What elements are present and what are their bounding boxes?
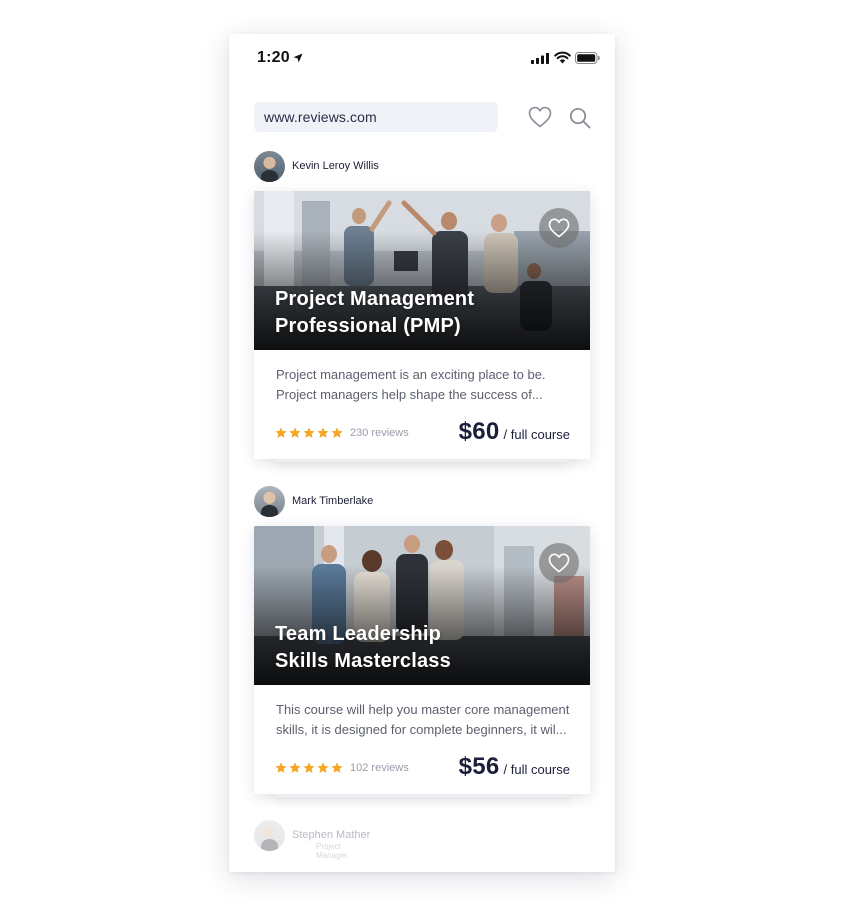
course-title-line: Professional (PMP) [275, 315, 461, 337]
star-icon [275, 427, 287, 438]
review-count: 230 reviews [350, 427, 409, 439]
phone-frame: 1:20 www.reviews.com Kevin Leroy Willis … [229, 34, 615, 872]
course-card[interactable]: Project Management Professional (PMP) Pr… [254, 191, 590, 459]
wifi-icon [554, 51, 571, 64]
favorite-button[interactable] [539, 543, 579, 583]
price: $60 / full course [459, 418, 570, 446]
location-arrow-icon [293, 53, 303, 63]
price-unit: / full course [503, 427, 570, 442]
author-role: Project Manager [316, 842, 348, 860]
star-icon [331, 427, 343, 438]
course-image: Team Leadership Skills Masterclass [254, 526, 590, 685]
avatar [254, 150, 285, 182]
heart-icon[interactable] [528, 106, 552, 128]
description-line: Project management is an exciting place … [276, 367, 546, 382]
search-icon[interactable] [569, 107, 591, 129]
heart-icon [548, 553, 570, 573]
price-unit: / full course [503, 762, 570, 777]
course-title-line: Team Leadership [275, 623, 442, 645]
star-icon [303, 762, 315, 773]
course-title-line: Project Management [275, 288, 475, 310]
star-rating: 230 reviews [275, 427, 409, 439]
description-line: This course will help you master core ma… [276, 702, 570, 717]
course-image: Project Management Professional (PMP) [254, 191, 590, 350]
url-bar[interactable]: www.reviews.com [254, 102, 498, 132]
star-icon [317, 427, 329, 438]
author-row[interactable]: Stephen Mather Project Manager [254, 819, 371, 860]
url-text: www.reviews.com [264, 109, 377, 125]
status-time: 1:20 [257, 49, 290, 66]
favorite-button[interactable] [539, 208, 579, 248]
star-rating: 102 reviews [275, 762, 409, 774]
heart-icon [548, 218, 570, 238]
review-count: 102 reviews [350, 762, 409, 774]
author-row[interactable]: Mark Timberlake [254, 485, 373, 517]
course-description: Project management is an exciting place … [276, 365, 572, 405]
star-icon [317, 762, 329, 773]
author-name: Stephen Mather [292, 829, 371, 841]
star-icon [275, 762, 287, 773]
price-amount: $56 [458, 753, 500, 780]
status-bar: 1:20 [229, 34, 615, 84]
author-row[interactable]: Kevin Leroy Willis [254, 150, 379, 182]
description-line: skills, it is designed for complete begi… [276, 722, 567, 737]
description-line: Project managers help shape the success … [276, 387, 543, 402]
star-icon [289, 762, 301, 773]
signal-icon [531, 53, 549, 64]
star-icon [289, 427, 301, 438]
course-title-line: Skills Masterclass [275, 650, 451, 672]
battery-icon [575, 52, 600, 64]
author-name: Kevin Leroy Willis [292, 160, 379, 172]
star-icon [303, 427, 315, 438]
course-title: Project Management Professional (PMP) [275, 286, 565, 340]
price: $56 / full course [459, 753, 570, 781]
author-name: Mark Timberlake [292, 495, 374, 507]
price-amount: $60 [458, 418, 500, 445]
course-card[interactable]: Team Leadership Skills Masterclass This … [254, 526, 590, 794]
course-description: This course will help you master core ma… [276, 700, 572, 740]
avatar [254, 485, 285, 517]
avatar [254, 819, 285, 851]
star-icon [331, 762, 343, 773]
course-title: Team Leadership Skills Masterclass [275, 621, 565, 675]
